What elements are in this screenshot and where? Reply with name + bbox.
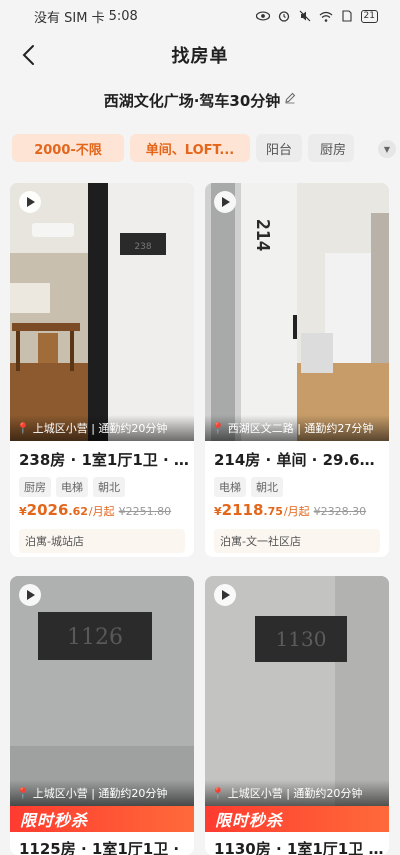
listing-title: 214房 · 单间 · 29.62m² xyxy=(214,451,384,469)
tag: 电梯 xyxy=(56,477,88,497)
listing-card[interactable]: 1130 📍 上城区小营 | 通勤约20分钟 限时秒杀 1130房 · 1室1厅… xyxy=(205,576,389,855)
battery-indicator: 21 xyxy=(360,9,378,23)
page-title: 找房单 xyxy=(171,46,229,67)
price-currency: ¥ xyxy=(19,505,27,518)
listing-photo: 1126 📍 上城区小营 | 通勤约20分钟 xyxy=(10,576,194,806)
tag: 电梯 xyxy=(214,477,246,497)
wifi-icon xyxy=(319,10,333,22)
flash-sale-text: 限时秒杀 xyxy=(215,811,284,830)
video-play-icon[interactable] xyxy=(19,191,41,213)
filter-bar: 2000-不限 单间、LOFT... 阳台 厨房 xyxy=(12,134,400,162)
price-row: ¥ 2026 .62 /月起 ¥2251.80 xyxy=(19,501,171,519)
video-play-icon[interactable] xyxy=(19,584,41,606)
video-play-icon[interactable] xyxy=(214,191,236,213)
location-pin-icon: 📍 xyxy=(211,786,225,800)
mute-icon xyxy=(298,10,312,22)
price-decimal: .75 xyxy=(263,505,283,518)
carrier-text: 没有 SIM 卡 xyxy=(34,10,105,26)
listing-card[interactable]: 1126 📍 上城区小营 | 通勤约20分钟 限时秒杀 1125房 · 1室1厅… xyxy=(10,576,194,855)
filter-chip-kitchen[interactable]: 厨房 xyxy=(308,134,354,162)
tag: 厨房 xyxy=(19,477,51,497)
door-plate-number: 1130 xyxy=(276,627,327,651)
chevron-left-icon xyxy=(22,45,34,65)
commute-tag: 📍 西湖区文二路 | 通勤约27分钟 xyxy=(205,415,389,441)
svg-text:214: 214 xyxy=(252,219,273,252)
price-row: ¥ 2118 .75 /月起 ¥2328.30 xyxy=(214,501,366,519)
listing-photo: 214 📍 西湖区文二路 | 通勤约27分钟 xyxy=(205,183,389,441)
commute-text: 上城区小营 | 通勤约20分钟 xyxy=(227,787,363,800)
filter-chip-price[interactable]: 2000-不限 xyxy=(12,134,124,162)
status-bar: 没有 SIM 卡 5:08 21 xyxy=(0,0,400,32)
price-decimal: .62 xyxy=(68,505,88,518)
commute-text: 上城区小营 | 通勤约20分钟 xyxy=(32,422,168,435)
price-integer: 2118 xyxy=(221,501,264,519)
video-play-icon[interactable] xyxy=(214,584,236,606)
commute-location[interactable]: 西湖文化广场·驾车30分钟 xyxy=(0,86,400,114)
price-currency: ¥ xyxy=(214,505,222,518)
price-integer: 2026 xyxy=(26,501,69,519)
status-icons: 21 xyxy=(255,9,378,23)
location-pin-icon: 📍 xyxy=(16,421,30,435)
top-nav: 找房单 xyxy=(0,32,400,78)
tag: 朝北 xyxy=(93,477,125,497)
flash-sale-banner: 限时秒杀 xyxy=(205,806,389,832)
sim-slot-icon xyxy=(340,10,354,22)
tag: 朝北 xyxy=(251,477,283,497)
original-price: ¥2251.80 xyxy=(118,505,172,518)
filter-more-button[interactable]: ▼ xyxy=(362,137,396,161)
listing-title: 1125房 · 1室1厅1卫 · xyxy=(19,840,180,855)
commute-text: 西湖区文二路 | 通勤约27分钟 xyxy=(227,422,374,435)
listing-title: 238房 · 1室1厅1卫 · 2... xyxy=(19,451,189,469)
alarm-icon xyxy=(277,10,291,22)
clock-text: 5:08 xyxy=(108,8,138,24)
commute-tag: 📍 上城区小营 | 通勤约20分钟 xyxy=(10,780,194,806)
price-unit: /月起 xyxy=(88,505,115,518)
commute-tag: 📍 上城区小营 | 通勤约20分钟 xyxy=(10,415,194,441)
location-pin-icon: 📍 xyxy=(211,421,225,435)
original-price: ¥2328.30 xyxy=(313,505,367,518)
location-pin-icon: 📍 xyxy=(16,786,30,800)
price-unit: /月起 xyxy=(283,505,310,518)
svg-text:238: 238 xyxy=(134,242,151,252)
listing-card[interactable]: 238 📍 上城区小营 | 通勤约20分钟 238房 · 1室1厅1卫 · 2.… xyxy=(10,183,194,557)
listing-title: 1130房 · 1室1厅1卫 · 3 xyxy=(214,840,384,855)
listing-tags: 厨房 电梯 朝北 xyxy=(19,477,125,497)
store-name: 泊寓-城站店 xyxy=(19,529,185,553)
store-name: 泊寓-文一社区店 xyxy=(214,529,380,553)
eye-icon xyxy=(255,10,270,22)
location-text: 西湖文化广场·驾车30分钟 xyxy=(103,91,281,110)
listing-tags: 电梯 朝北 xyxy=(214,477,283,497)
flash-sale-text: 限时秒杀 xyxy=(20,811,89,830)
edit-pencil-icon[interactable] xyxy=(284,92,296,108)
back-button[interactable] xyxy=(14,40,42,70)
listing-photo: 1130 📍 上城区小营 | 通勤约20分钟 xyxy=(205,576,389,806)
flash-sale-banner: 限时秒杀 xyxy=(10,806,194,832)
status-left: 没有 SIM 卡 5:08 xyxy=(34,7,138,26)
filter-chip-room-type[interactable]: 单间、LOFT... xyxy=(130,134,250,162)
listing-card[interactable]: 214 📍 西湖区文二路 | 通勤约27分钟 214房 · 单间 · 29.62… xyxy=(205,183,389,557)
chevron-down-icon: ▼ xyxy=(378,140,396,158)
commute-text: 上城区小营 | 通勤约20分钟 xyxy=(32,787,168,800)
listing-photo: 238 📍 上城区小营 | 通勤约20分钟 xyxy=(10,183,194,441)
commute-tag: 📍 上城区小营 | 通勤约20分钟 xyxy=(205,780,389,806)
door-plate-number: 1126 xyxy=(67,625,123,650)
filter-chip-balcony[interactable]: 阳台 xyxy=(256,134,302,162)
